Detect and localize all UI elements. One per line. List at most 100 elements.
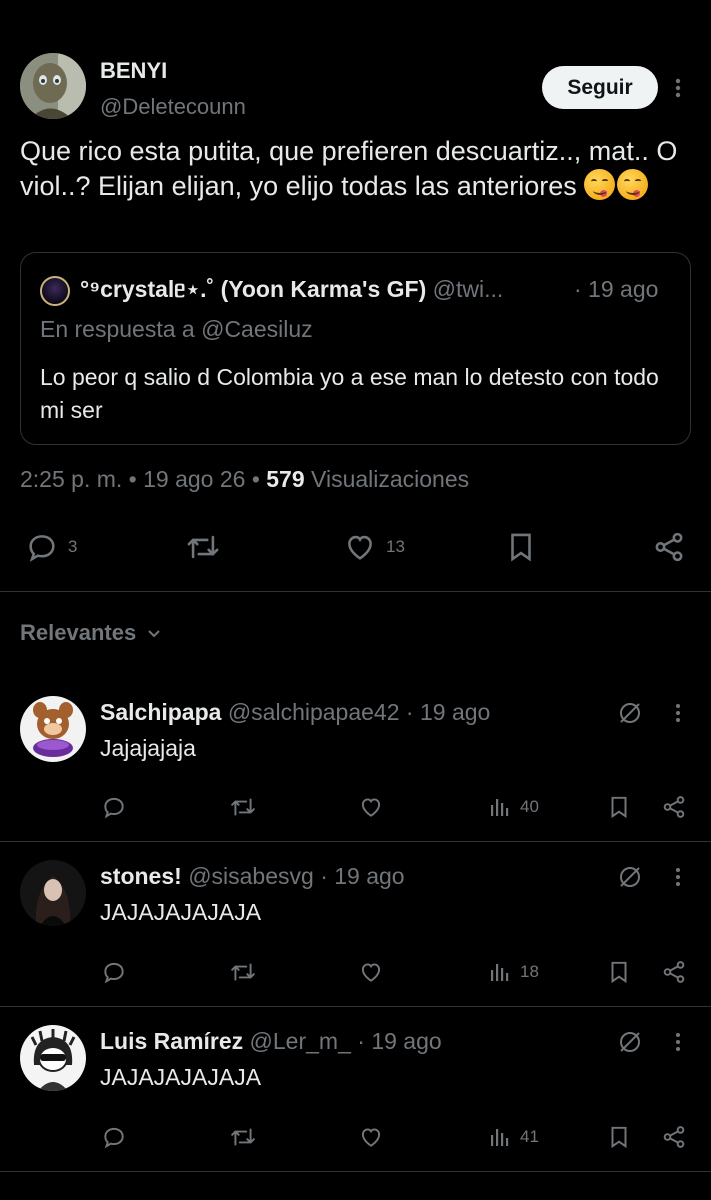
divider: [0, 1171, 711, 1172]
like-button[interactable]: [357, 794, 385, 820]
bookmark-icon: [611, 796, 627, 819]
reply-item[interactable]: stones! @sisabesvg · 19 ago JAJAJAJAJAJA…: [0, 842, 711, 1005]
retweet-icon: [231, 798, 255, 816]
more-options-icon[interactable]: [666, 1029, 690, 1055]
like-button[interactable]: 13: [342, 530, 405, 564]
reply-author-handle[interactable]: @Ler_m_: [250, 1028, 351, 1054]
yum-face-emoji-icon: [584, 169, 616, 200]
share-button[interactable]: [660, 959, 688, 985]
heart-icon: [361, 798, 381, 817]
reply-button[interactable]: [100, 959, 128, 985]
quoted-author: °⁹crystalᥱ⋆.˚ (Yoon Karma's GF) @twi...: [80, 276, 503, 303]
quoted-author-avatar: [40, 276, 70, 306]
reply-avatar[interactable]: [20, 696, 86, 762]
reply-author-name[interactable]: Luis Ramírez: [100, 1028, 243, 1054]
sort-replies-dropdown[interactable]: Relevantes: [20, 620, 162, 646]
views-button[interactable]: 41: [488, 1124, 539, 1150]
tweet-text-body: Que rico esta putita, que prefieren desc…: [20, 136, 678, 201]
tweet-actions: 3 13: [0, 522, 711, 570]
reply-date: · 19 ago: [405, 699, 491, 725]
like-button[interactable]: [357, 959, 385, 985]
reply-author-name[interactable]: Salchipapa: [100, 699, 221, 725]
chevron-down-icon: [148, 630, 160, 638]
author-handle[interactable]: @Deletecounn: [100, 94, 246, 120]
retweet-button[interactable]: [228, 1124, 258, 1150]
share-button[interactable]: [660, 794, 688, 820]
bar-chart-icon: [491, 964, 509, 981]
reply-author-handle[interactable]: @sisabesvg: [188, 863, 314, 889]
grok-icon[interactable]: [617, 1029, 643, 1055]
bookmark-icon: [611, 961, 627, 984]
reply-icon: [104, 962, 124, 984]
views-count: 579: [266, 466, 305, 492]
author-name[interactable]: BENYI: [100, 58, 167, 84]
reply-icon: [104, 1127, 124, 1149]
share-icon: [655, 532, 683, 562]
quoted-date: · 19 ago: [574, 276, 659, 302]
reply-avatar[interactable]: [20, 1025, 86, 1091]
bookmark-button[interactable]: [606, 1124, 632, 1150]
reply-header: stones! @sisabesvg · 19 ago: [100, 863, 405, 890]
reply-author-handle[interactable]: @salchipapae42: [228, 699, 400, 725]
like-count: 13: [386, 537, 405, 556]
quoted-author-handle: @twi...: [432, 276, 504, 302]
bookmark-button[interactable]: [504, 530, 538, 564]
reply-text: Jajajajaja: [100, 735, 196, 761]
reply-item[interactable]: Luis Ramírez @Ler_m_ · 19 ago JAJAJAJAJA…: [0, 1007, 711, 1170]
views-button[interactable]: 18: [488, 959, 539, 985]
reply-header: Salchipapa @salchipapae42 · 19 ago: [100, 699, 490, 726]
reply-actions: 18: [0, 955, 711, 991]
bookmark-button[interactable]: [606, 959, 632, 985]
retweet-button[interactable]: [228, 959, 258, 985]
more-options-icon[interactable]: [666, 74, 690, 102]
views-count: 41: [520, 1127, 539, 1146]
quoted-author-name: °⁹crystalᥱ⋆.˚ (Yoon Karma's GF): [80, 276, 427, 302]
reply-text: JAJAJAJAJAJA: [100, 1064, 262, 1090]
views-label: Visualizaciones: [311, 466, 470, 492]
reply-item[interactable]: Salchipapa @salchipapae42 · 19 ago Jajaj…: [0, 680, 711, 840]
bookmark-button[interactable]: [606, 794, 632, 820]
retweet-icon: [187, 535, 219, 559]
bookmark-icon: [611, 1126, 627, 1149]
bar-chart-icon: [491, 799, 509, 816]
heart-icon: [361, 963, 381, 982]
reply-icon: [104, 797, 124, 819]
share-icon: [663, 961, 685, 983]
reply-button[interactable]: 3: [24, 530, 77, 564]
reply-actions: 41: [0, 1120, 711, 1156]
like-button[interactable]: [357, 1124, 385, 1150]
reply-date: · 19 ago: [357, 1028, 442, 1054]
tweet-text: Que rico esta putita, que prefieren desc…: [20, 134, 692, 204]
views-count: 40: [520, 797, 539, 816]
retweet-button[interactable]: [228, 794, 258, 820]
share-icon: [663, 1126, 685, 1148]
author-avatar[interactable]: [20, 53, 86, 119]
tweet-meta: 2:25 p. m. • 19 ago 26 • 579 Visualizaci…: [20, 466, 469, 493]
follow-button[interactable]: Seguir: [542, 66, 658, 109]
divider: [0, 591, 711, 592]
grok-icon[interactable]: [617, 700, 643, 726]
reply-avatar[interactable]: [20, 860, 86, 926]
reply-author-name[interactable]: stones!: [100, 863, 182, 889]
reply-header: Luis Ramírez @Ler_m_ · 19 ago: [100, 1028, 442, 1055]
yum-face-emoji-icon: [617, 169, 649, 200]
reply-button[interactable]: [100, 794, 128, 820]
reply-text: JAJAJAJAJAJA: [100, 899, 262, 925]
reply-button[interactable]: [100, 1124, 128, 1150]
sort-label: Relevantes: [20, 620, 137, 645]
share-button[interactable]: [652, 530, 686, 564]
more-options-icon[interactable]: [666, 864, 690, 890]
share-button[interactable]: [660, 1124, 688, 1150]
views-button[interactable]: 40: [488, 794, 539, 820]
tweet-timestamp: 2:25 p. m. • 19 ago 26 •: [20, 466, 260, 492]
heart-icon: [361, 1128, 381, 1147]
retweet-icon: [231, 1128, 255, 1146]
views-count: 18: [520, 962, 539, 981]
bookmark-icon: [511, 533, 531, 562]
grok-icon[interactable]: [617, 864, 643, 890]
more-options-icon[interactable]: [666, 700, 690, 726]
quoted-reply-to: En respuesta a @Caesiluz: [40, 316, 313, 342]
reply-actions: 40: [0, 790, 711, 826]
retweet-button[interactable]: [184, 530, 230, 564]
reply-date: · 19 ago: [320, 863, 405, 889]
